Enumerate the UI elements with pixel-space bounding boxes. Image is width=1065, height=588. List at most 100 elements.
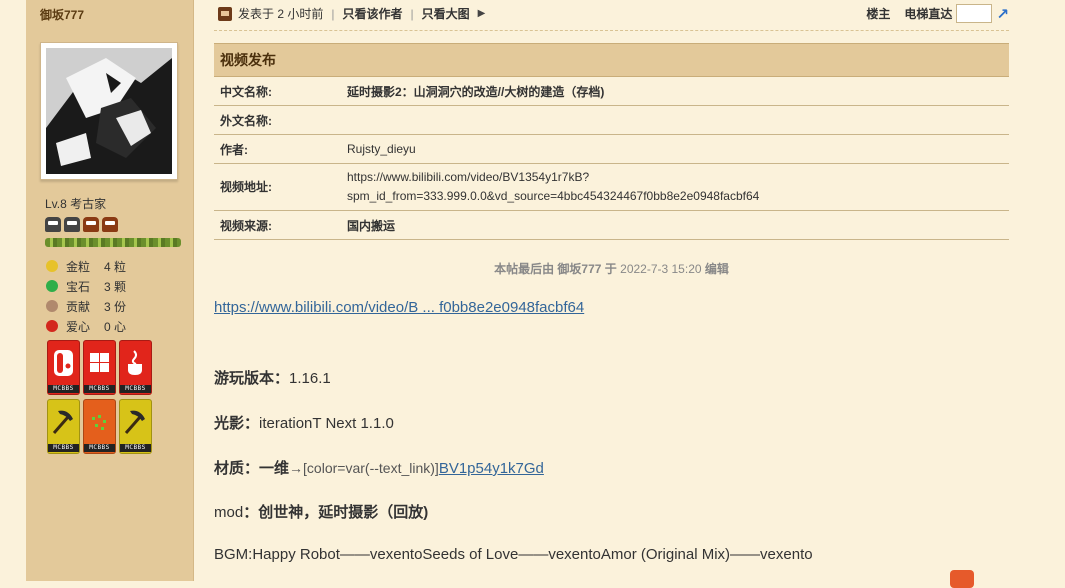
stat-value: 4 粒 bbox=[104, 259, 127, 274]
pickaxe-medal-icon[interactable]: MCBBS bbox=[119, 399, 152, 454]
user-stats: 金粒 4 粒 宝石 3 颗 贡献 3 份 爱心 0 心 bbox=[46, 256, 126, 336]
version-value: 1.16.1 bbox=[289, 370, 331, 387]
floor-jump-input[interactable] bbox=[956, 4, 993, 23]
online-status-icon bbox=[218, 6, 232, 21]
stat-value: 0 心 bbox=[104, 319, 127, 334]
arrow-right-icon[interactable]: ▶ bbox=[478, 8, 486, 19]
user-level: Lv.8 考古家 bbox=[45, 195, 106, 212]
material-label: 材质 bbox=[214, 460, 245, 477]
row-value: 延时摄影2：山洞洞穴的改造//大树的建造（存档) bbox=[341, 76, 1009, 106]
big-images-link[interactable]: 只看大图 bbox=[422, 5, 470, 22]
level-number: Lv.8 bbox=[45, 197, 67, 211]
row-key: 视频地址: bbox=[214, 163, 341, 211]
video-info-table: 视频发布 中文名称: 延时摄影2：山洞洞穴的改造//大树的建造（存档) 外文名称… bbox=[214, 43, 1009, 240]
elevator-label: 电梯直达 bbox=[904, 7, 953, 21]
left-margin bbox=[0, 0, 26, 581]
medal-grid: MCBBS MCBBS MCBBS MCBBS MCBBS MCBBS bbox=[47, 340, 152, 454]
floor-label: 楼主 bbox=[866, 7, 891, 21]
stat-gold[interactable]: 金粒 4 粒 bbox=[46, 256, 126, 276]
table-row: 视频地址: https://www.bilibili.com/video/BV1… bbox=[214, 163, 1009, 211]
table-row: 中文名称: 延时摄影2：山洞洞穴的改造//大树的建造（存档) bbox=[214, 76, 1009, 106]
post-header: 发表于 2 小时前 | 只看该作者 | 只看大图 ▶ 楼主 电梯直达 ↗ bbox=[214, 0, 1009, 26]
shader-label: 光影 bbox=[214, 415, 245, 432]
video-url-line[interactable]: spm_id_from=333.999.0.0&vd_source=4bbc45… bbox=[347, 187, 1003, 206]
experience-bar-fill bbox=[45, 238, 181, 247]
mod-line: mod：创世神，延时摄影（回放) bbox=[214, 504, 429, 521]
post-meta: 发表于 2 小时前 | 只看该作者 | 只看大图 ▶ bbox=[218, 5, 485, 22]
bgm-line: BGM:Happy Robot——vexentoSeeds of Love——v… bbox=[214, 546, 813, 563]
material-line: 材质：一维→[color=var(--text_link)]BV1p54y1k7… bbox=[214, 460, 544, 477]
stat-label: 宝石 bbox=[66, 279, 91, 294]
stat-contribution[interactable]: 贡献 3 份 bbox=[46, 296, 126, 316]
row-key: 视频来源: bbox=[214, 210, 341, 240]
video-url-line[interactable]: https://www.bilibili.com/video/BV1354y1r… bbox=[347, 168, 1003, 187]
username-link[interactable]: 御坂777 bbox=[40, 6, 84, 23]
row-value: 国内搬运 bbox=[341, 210, 1009, 240]
level-icon bbox=[45, 217, 61, 232]
stat-value: 3 份 bbox=[104, 299, 127, 314]
medal-tag: MCBBS bbox=[84, 385, 115, 393]
table-row: 视频来源: 国内搬运 bbox=[214, 210, 1009, 240]
avatar-frame bbox=[40, 42, 178, 180]
medal-tag: MCBBS bbox=[48, 385, 79, 393]
stat-value: 3 颗 bbox=[104, 279, 127, 294]
level-icon bbox=[102, 217, 118, 232]
heart-apple-icon bbox=[46, 320, 58, 332]
row-key: 中文名称: bbox=[214, 76, 341, 106]
jump-arrow-icon[interactable]: ↗ bbox=[996, 5, 1009, 23]
contribution-icon bbox=[46, 300, 58, 312]
experience-bar bbox=[45, 238, 181, 247]
row-value: https://www.bilibili.com/video/BV1354y1r… bbox=[341, 163, 1009, 211]
gold-nugget-icon bbox=[46, 260, 58, 272]
level-icon bbox=[83, 217, 99, 232]
switch-medal-icon[interactable]: MCBBS bbox=[47, 340, 80, 395]
table-row: 外文名称: bbox=[214, 105, 1009, 135]
floor-nav: 楼主 电梯直达 ↗ bbox=[866, 4, 1009, 23]
edit-prefix: 本帖最后由 御坂777 于 bbox=[494, 262, 617, 276]
windows-medal-icon[interactable]: MCBBS bbox=[83, 340, 116, 395]
only-author-link[interactable]: 只看该作者 bbox=[342, 5, 402, 22]
material-value: 一维 bbox=[259, 460, 290, 477]
stat-label: 贡献 bbox=[66, 299, 91, 314]
post-time: 发表于 2 小时前 bbox=[238, 7, 324, 21]
shader-value: iterationT Next 1.1.0 bbox=[259, 415, 394, 432]
edit-note: 本帖最后由 御坂777 于 2022-7-3 15:20 编辑 bbox=[214, 260, 1009, 277]
edit-time: 2022-7-3 15:20 bbox=[620, 262, 702, 276]
avatar[interactable] bbox=[46, 48, 172, 174]
post-content: 发表于 2 小时前 | 只看该作者 | 只看大图 ▶ 楼主 电梯直达 ↗ 视频发… bbox=[194, 0, 1065, 581]
level-icon bbox=[64, 217, 80, 232]
floating-toolbar[interactable] bbox=[946, 567, 1065, 588]
stat-gem[interactable]: 宝石 3 颗 bbox=[46, 276, 126, 296]
mod-value: 创世神，延时摄影（回放) bbox=[258, 504, 429, 521]
level-title: 考古家 bbox=[70, 197, 107, 211]
row-value bbox=[341, 105, 1009, 135]
divider: | bbox=[410, 6, 414, 21]
shader-line: 光影：iterationT Next 1.1.0 bbox=[214, 415, 394, 432]
mod-label: mod bbox=[214, 504, 244, 521]
stat-label: 金粒 bbox=[66, 259, 91, 274]
material-link[interactable]: BV1p54y1k7Gd bbox=[439, 460, 544, 477]
divider: | bbox=[331, 6, 335, 21]
stat-heart[interactable]: 爱心 0 心 bbox=[46, 316, 126, 336]
java-medal-icon[interactable]: MCBBS bbox=[119, 340, 152, 395]
material-bbcode: →[color=var(--text_link)] bbox=[289, 460, 439, 476]
header-divider bbox=[214, 30, 1009, 31]
bgm-text: BGM:Happy Robot——vexentoSeeds of Love——v… bbox=[214, 546, 813, 563]
level-icons bbox=[45, 217, 118, 232]
medal-tag: MCBBS bbox=[120, 444, 151, 452]
pickaxe-medal-icon[interactable]: MCBBS bbox=[47, 399, 80, 454]
bilibili-link[interactable]: https://www.bilibili.com/video/B ... f0b… bbox=[214, 299, 584, 316]
stat-label: 爱心 bbox=[66, 319, 91, 334]
bilibili-link-line: https://www.bilibili.com/video/B ... f0b… bbox=[214, 299, 584, 316]
medal-tag: MCBBS bbox=[84, 444, 115, 452]
version-line: 游玩版本：1.16.1 bbox=[214, 370, 331, 387]
table-row: 作者: Rujsty_dieyu bbox=[214, 134, 1009, 164]
user-sidebar: 御坂777 Lv.8 考古家 金粒 4 粒 宝石 3 颗 贡献 3 份 爱心 0… bbox=[26, 0, 194, 581]
emerald-icon bbox=[46, 280, 58, 292]
video-table-title: 视频发布 bbox=[214, 43, 1009, 77]
sogou-s-icon[interactable] bbox=[950, 570, 974, 588]
seeds-medal-icon[interactable]: MCBBS bbox=[83, 399, 116, 454]
row-key: 作者: bbox=[214, 134, 341, 164]
medal-tag: MCBBS bbox=[48, 444, 79, 452]
edit-suffix: 编辑 bbox=[704, 262, 729, 276]
